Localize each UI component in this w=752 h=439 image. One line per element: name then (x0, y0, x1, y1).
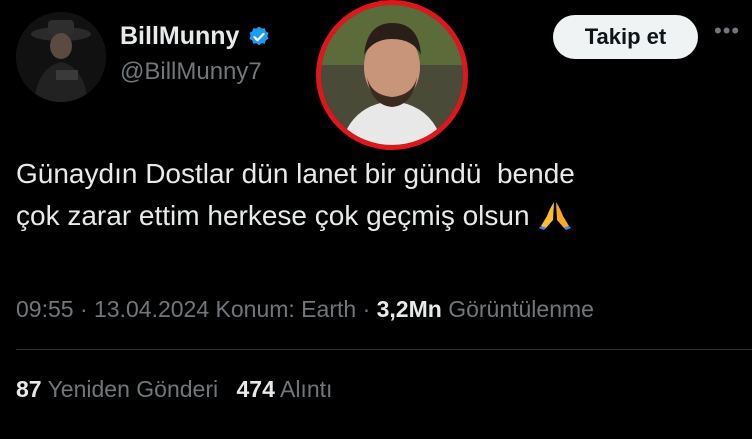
views-label: Görüntülenme (448, 296, 594, 322)
tweet-text: Günaydın Dostlar dün lanet bir gündü ben… (16, 153, 726, 237)
folded-hands-icon (538, 202, 571, 230)
author-avatar[interactable] (16, 12, 106, 102)
quotes-count: 474 (236, 376, 275, 402)
author-display-name[interactable]: BillMunny (120, 22, 271, 51)
author-handle[interactable]: @BillMunny7 (120, 58, 262, 86)
meta-separator: · (79, 296, 88, 322)
tweet-text-body: Günaydın Dostlar dün lanet bir gündü ben… (16, 158, 575, 231)
meta-separator: · (362, 296, 371, 322)
tweet-meta: 09:55 · 13.04.2024 Konum: Earth · 3,2Mn … (16, 296, 594, 323)
follow-button[interactable]: Takip et (553, 15, 698, 59)
views-count: 3,2Mn (376, 296, 442, 322)
engagement-stats: 87 Yeniden Gönderi 474 Alıntı (16, 376, 332, 403)
quotes-label: Alıntı (279, 376, 333, 402)
reposts-count: 87 (16, 376, 42, 402)
inset-photo (316, 0, 468, 150)
divider (16, 349, 752, 350)
tweet-date[interactable]: 13.04.2024 (94, 296, 209, 322)
reposts-label: Yeniden Gönderi (47, 376, 219, 402)
tweet-time[interactable]: 09:55 (16, 296, 74, 322)
tweet-location: Konum: Earth (215, 296, 357, 322)
display-name-text: BillMunny (120, 22, 240, 50)
quotes-stat[interactable]: 474 Alıntı (236, 376, 332, 403)
reposts-stat[interactable]: 87 Yeniden Gönderi (16, 376, 218, 403)
verified-badge-icon (249, 26, 269, 45)
more-options-icon[interactable]: ••• (714, 20, 752, 48)
